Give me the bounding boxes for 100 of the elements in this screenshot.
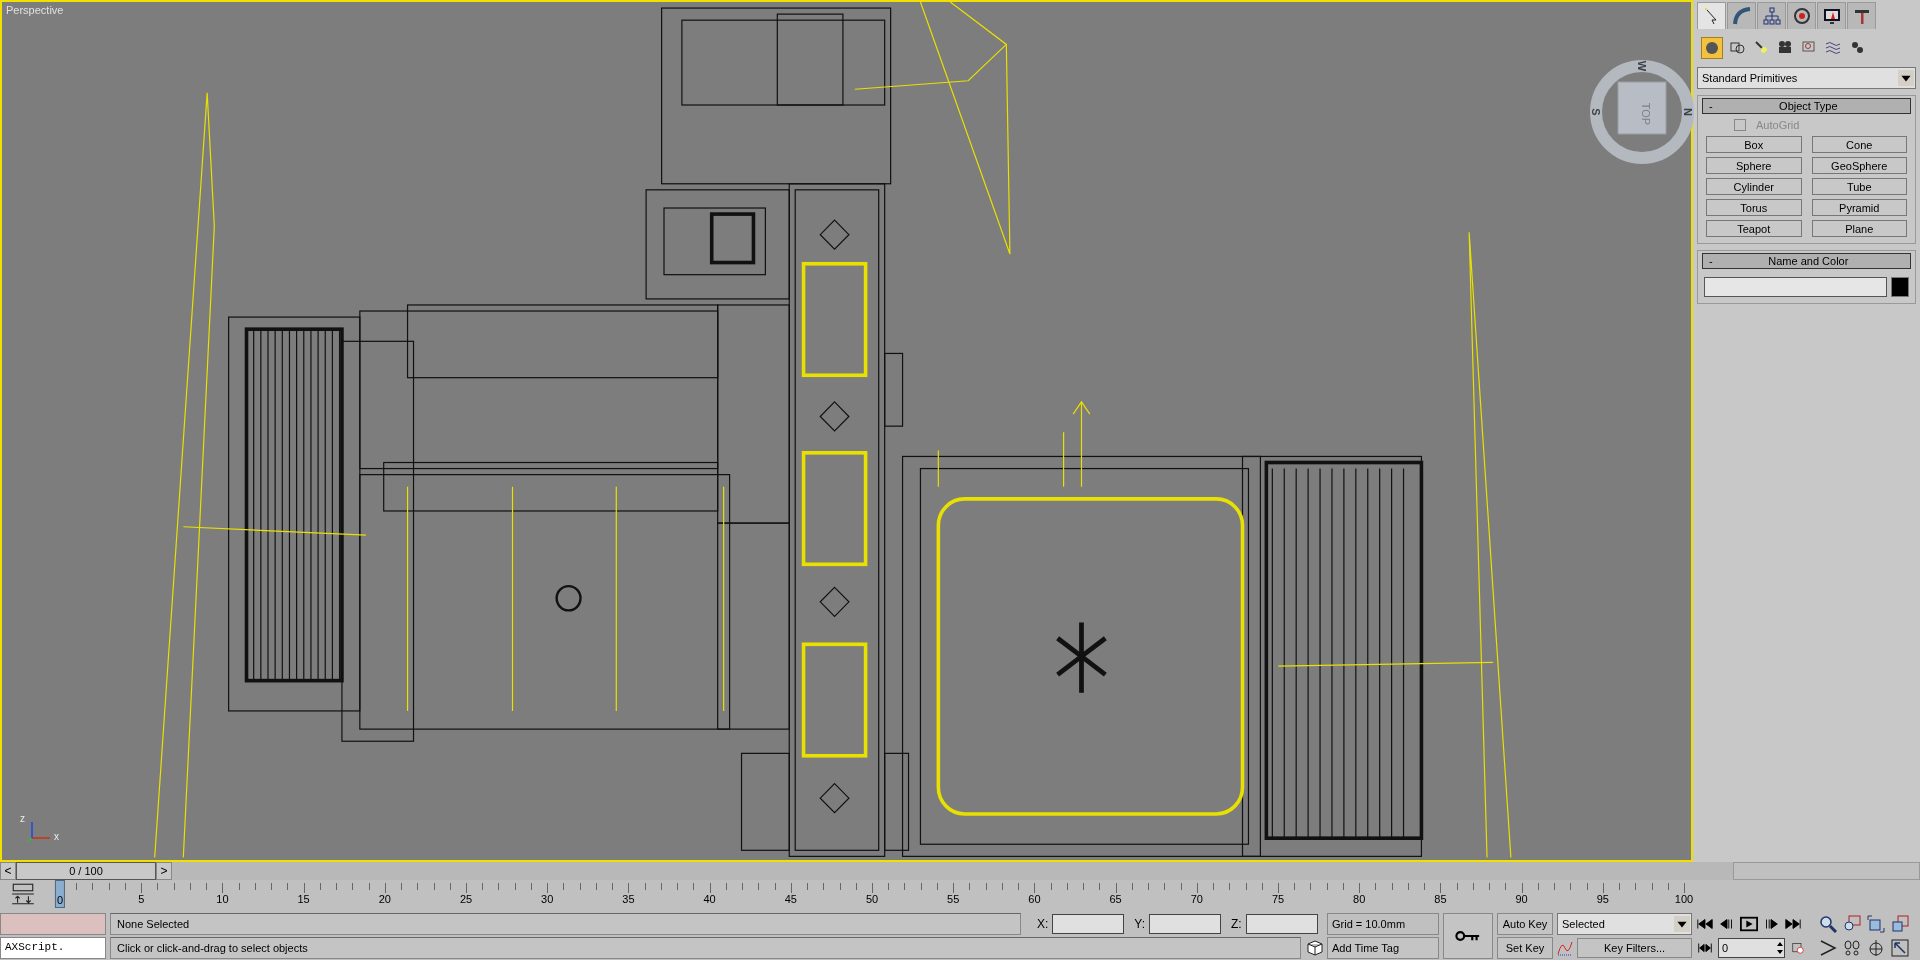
- maximize-viewport-icon[interactable]: [1890, 939, 1910, 957]
- frame-number: 0: [54, 880, 66, 908]
- panel-tab[interactable]: [1787, 2, 1816, 29]
- zoom-all-icon[interactable]: [1842, 915, 1862, 933]
- field-of-view-icon[interactable]: [1818, 939, 1838, 957]
- frame-number: 30: [540, 893, 555, 906]
- time-slider-track[interactable]: < 0 / 100 >: [0, 862, 1733, 880]
- hierarchy-tab-icon: [1761, 6, 1782, 26]
- add-time-tag-button[interactable]: Add Time Tag: [1327, 937, 1439, 959]
- play-icon[interactable]: [1740, 916, 1758, 932]
- geometry-icon: [1704, 40, 1720, 56]
- compass-label[interactable]: N: [1682, 108, 1694, 116]
- listener-output-field[interactable]: [0, 913, 106, 935]
- compass-label[interactable]: S: [1590, 108, 1602, 116]
- coordinate-label: Z:: [1231, 917, 1242, 931]
- frame-number: 55: [946, 893, 961, 906]
- shapes-icon: [1729, 39, 1745, 55]
- auto-key-button[interactable]: Auto Key: [1497, 913, 1553, 935]
- primitive-button[interactable]: Tube: [1811, 178, 1907, 195]
- spinner-arrows-icon: [1776, 940, 1784, 956]
- frame-number: 85: [1433, 893, 1448, 906]
- cameras-icon: [1777, 39, 1793, 55]
- modify-tab-icon: [1731, 6, 1752, 26]
- rollout-header[interactable]: - Object Type: [1702, 98, 1911, 114]
- frame-number: 70: [1189, 893, 1204, 906]
- object-category-dropdown[interactable]: Standard Primitives: [1697, 67, 1916, 89]
- viewcube[interactable]: TOP W N S: [1590, 60, 1694, 164]
- primitive-button[interactable]: Plane: [1811, 220, 1907, 237]
- set-key-button[interactable]: Set Key: [1497, 937, 1553, 959]
- key-mode-icon[interactable]: [1696, 942, 1714, 954]
- frame-number: 20: [377, 893, 392, 906]
- axis-label: x: [54, 832, 59, 842]
- category-button[interactable]: [1701, 37, 1723, 59]
- frame-number: 95: [1595, 893, 1610, 906]
- time-configuration-icon[interactable]: [1789, 942, 1807, 954]
- cube-icon[interactable]: [1307, 940, 1323, 956]
- frame-number: 65: [1108, 893, 1123, 906]
- frame-number: 40: [702, 893, 717, 906]
- coordinate-label: Y:: [1134, 917, 1146, 931]
- orbit-icon[interactable]: [1866, 939, 1886, 957]
- primitive-button[interactable]: Cone: [1811, 136, 1907, 153]
- frame-number: 35: [621, 893, 636, 906]
- selection-status: None Selected: [110, 913, 1021, 935]
- footprints-icon[interactable]: [1842, 939, 1862, 957]
- coordinate-field[interactable]: [1149, 914, 1222, 934]
- maxscript-listener-field[interactable]: AXScript.: [0, 937, 106, 959]
- coordinate-field[interactable]: [1052, 914, 1125, 934]
- dropdown-caret-icon: [1674, 916, 1690, 932]
- rollout-header[interactable]: - Name and Color: [1702, 253, 1911, 269]
- checkbox-label: AutoGrid: [1756, 119, 1800, 131]
- frame-number: 75: [1270, 893, 1286, 906]
- compass-label[interactable]: W: [1636, 60, 1648, 72]
- primitive-button[interactable]: Box: [1706, 136, 1802, 153]
- go-to-start-icon[interactable]: [1696, 918, 1714, 930]
- key-set-dropdown[interactable]: Selected: [1557, 913, 1692, 935]
- go-to-end-icon[interactable]: [1784, 918, 1802, 930]
- coordinate-label: X:: [1037, 917, 1049, 931]
- spacewarps-icon: [1825, 39, 1841, 55]
- curve-icon[interactable]: [1557, 940, 1573, 956]
- frame-number: 50: [864, 893, 880, 906]
- panel-tab[interactable]: [1847, 2, 1876, 29]
- coordinate-field[interactable]: [1245, 914, 1318, 934]
- primitive-button[interactable]: Teapot: [1706, 220, 1802, 237]
- helpers-icon: [1801, 39, 1817, 55]
- display-tab-icon: [1821, 6, 1842, 26]
- axis-label: z: [20, 814, 25, 824]
- time-slider-thumb[interactable]: 0 / 100: [16, 862, 156, 880]
- viewport[interactable]: Perspective TOP W N S z x: [0, 0, 1693, 862]
- frame-number: 25: [458, 893, 474, 906]
- primitive-button[interactable]: Torus: [1706, 199, 1802, 216]
- key-icon: [1455, 930, 1481, 942]
- frame-number: 10: [215, 893, 230, 906]
- previous-frame-button[interactable]: <: [0, 862, 16, 880]
- set-key-toggle[interactable]: [1443, 913, 1493, 959]
- zoom-icon[interactable]: [1818, 915, 1838, 933]
- frame-number: 80: [1352, 893, 1367, 906]
- dropdown-caret-icon: [1898, 70, 1914, 86]
- object-name-field[interactable]: [1704, 277, 1887, 297]
- lights-icon: [1753, 39, 1769, 55]
- frame-number: 45: [783, 893, 798, 906]
- grid-size-display: Grid = 10.0mm: [1327, 913, 1439, 935]
- systems-icon: [1849, 39, 1865, 55]
- next-frame-button[interactable]: >: [156, 862, 172, 880]
- panel-tab[interactable]: [1817, 2, 1846, 29]
- frame-number: 100: [1673, 893, 1695, 906]
- primitive-button[interactable]: GeoSphere: [1811, 157, 1907, 174]
- frame-number: 15: [296, 893, 311, 906]
- motion-tab-icon: [1791, 6, 1812, 26]
- frame-number: 60: [1027, 893, 1042, 906]
- key-filters-button[interactable]: Key Filters...: [1577, 938, 1692, 958]
- track-bar[interactable]: 0 5 10 15 20 25 30 35 40 45 50 55 60 65 70 75 80 85 90 95 100: [52, 883, 1732, 908]
- current-frame-spinner[interactable]: 0: [1718, 938, 1785, 958]
- primitive-button[interactable]: Sphere: [1706, 157, 1802, 174]
- frame-number: 5: [137, 893, 146, 906]
- primitive-button[interactable]: Pyramid: [1811, 199, 1907, 216]
- zoom-extents-all-icon[interactable]: [1890, 915, 1910, 933]
- primitive-button[interactable]: Cylinder: [1706, 178, 1802, 195]
- object-color-swatch[interactable]: [1891, 277, 1909, 297]
- frame-number: 90: [1514, 893, 1529, 906]
- curve-editor-icon[interactable]: [10, 883, 36, 905]
